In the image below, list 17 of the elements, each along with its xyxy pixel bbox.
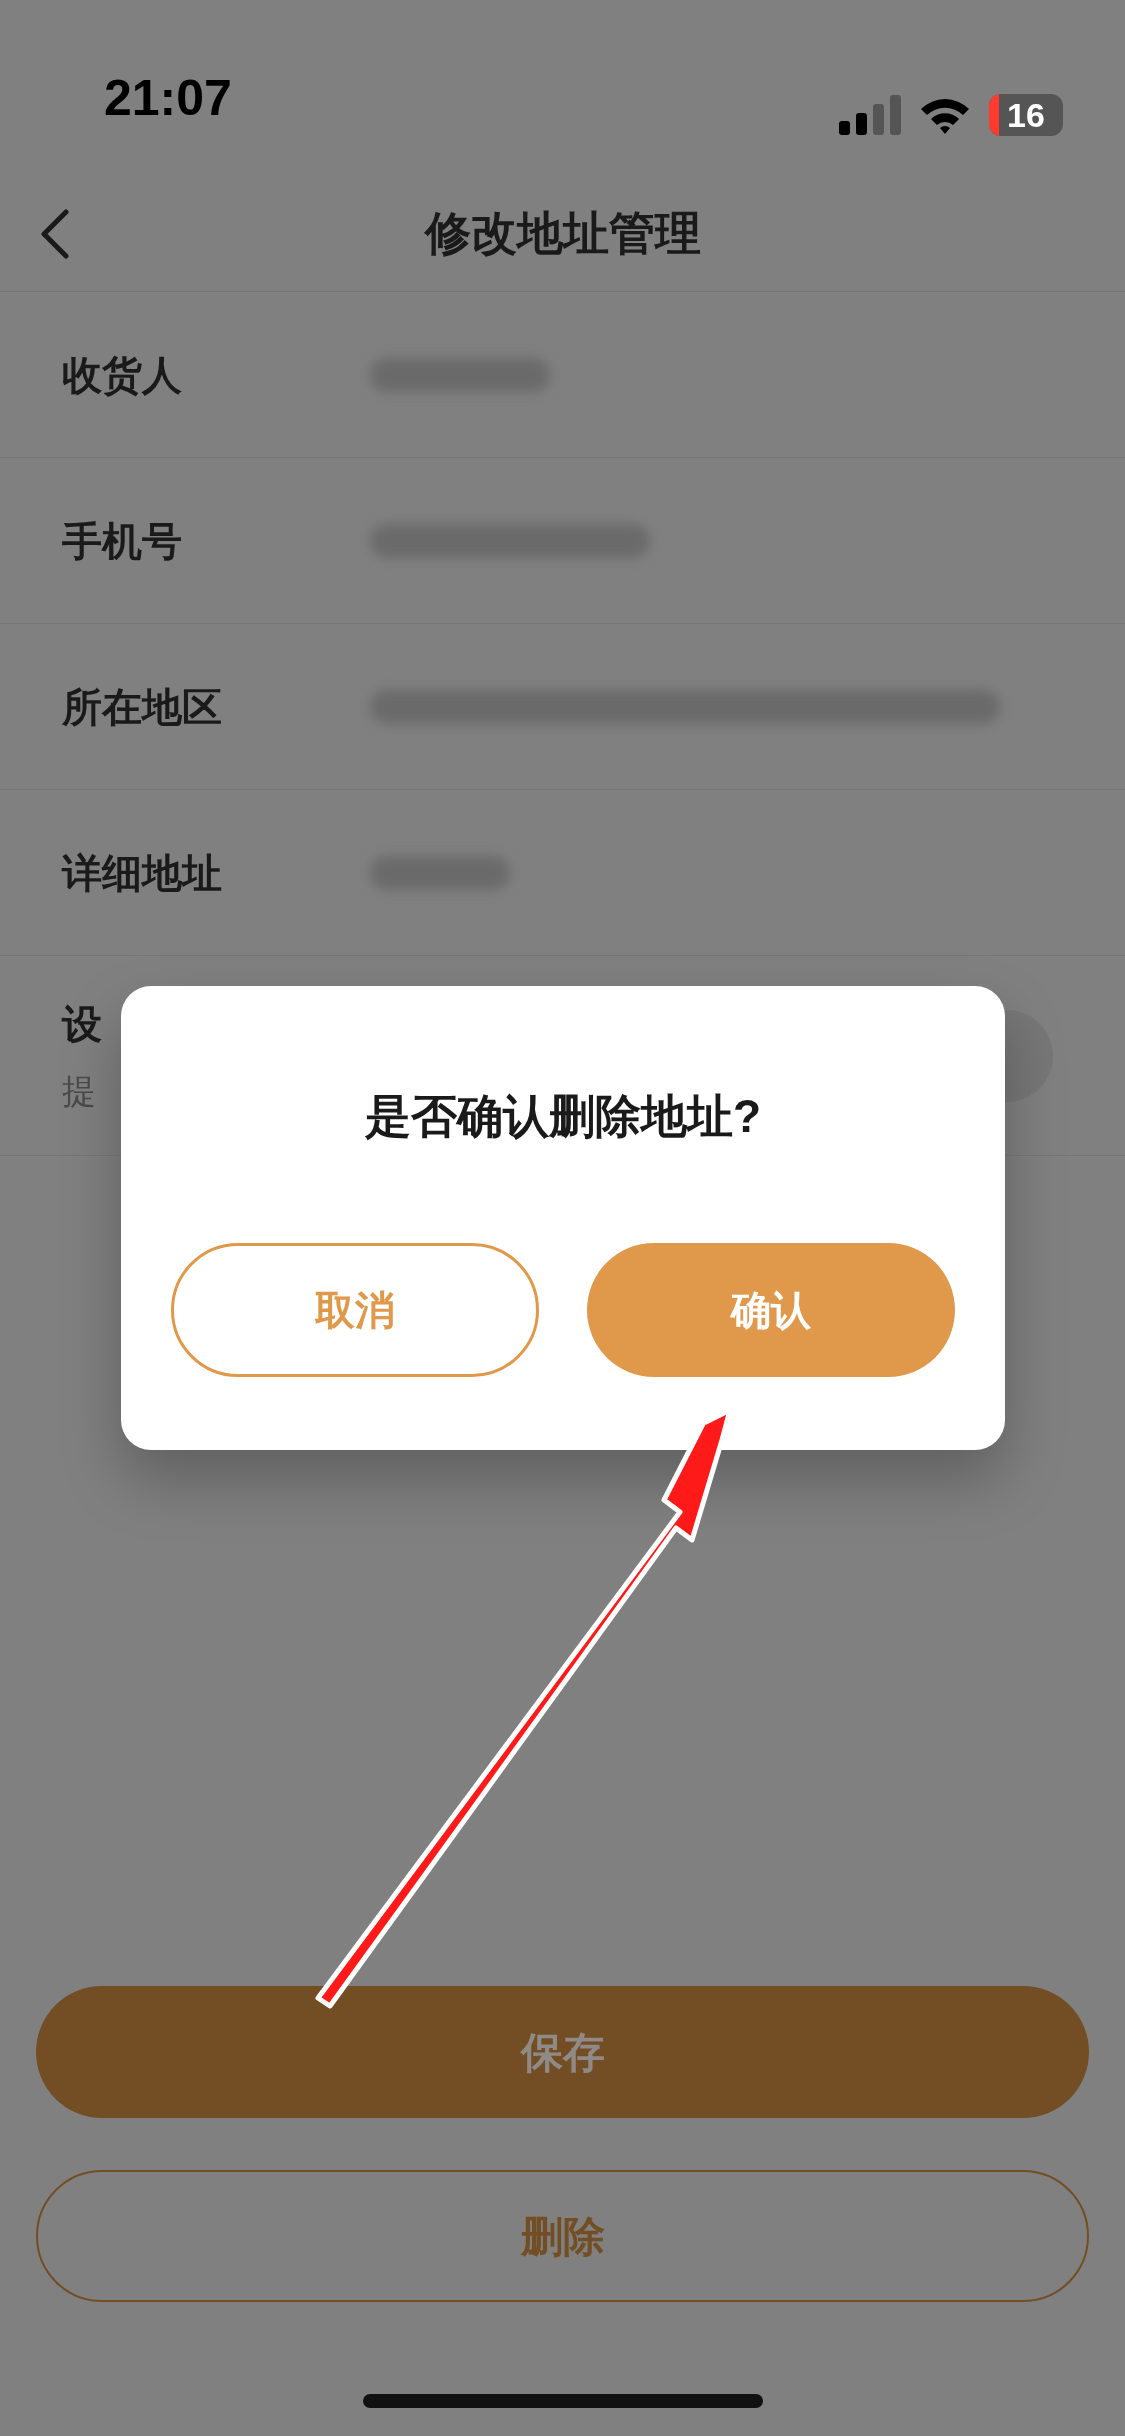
- field-label: 详细地址: [62, 849, 223, 897]
- field-label: 所在地区: [62, 683, 223, 731]
- signal-icon: [839, 95, 901, 135]
- field-label: 手机号: [62, 517, 183, 565]
- page-title: 修改地址管理: [424, 206, 701, 261]
- cancel-button[interactable]: 取消: [171, 1243, 539, 1377]
- dialog-message: 是否确认删除地址?: [364, 1089, 762, 1144]
- battery-level: 16: [1007, 98, 1045, 132]
- status-time: 21:07: [104, 69, 232, 128]
- wifi-icon: [919, 96, 971, 134]
- battery-low-mark: [989, 94, 999, 136]
- field-label: 收货人: [62, 351, 183, 399]
- field-label: 设: [62, 1001, 102, 1048]
- confirm-button[interactable]: 确认: [587, 1243, 955, 1377]
- delete-button[interactable]: 删除: [36, 2170, 1089, 2302]
- save-button[interactable]: 保存: [36, 1986, 1089, 2118]
- back-icon[interactable]: [40, 208, 70, 259]
